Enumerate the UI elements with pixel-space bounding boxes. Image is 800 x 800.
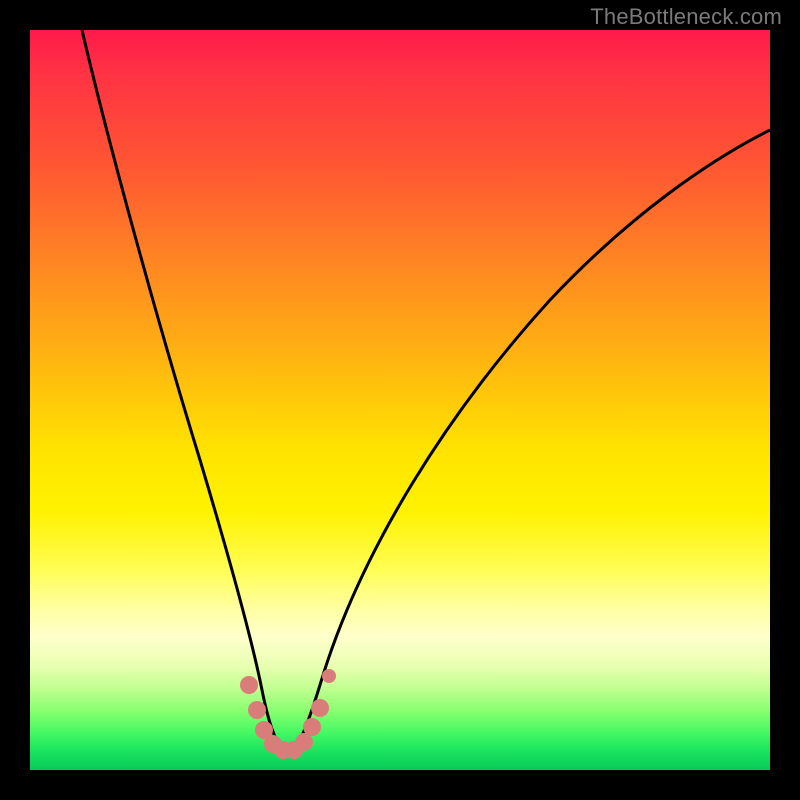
marker-dot [311,699,329,717]
chart-svg [30,30,770,770]
marker-dot [240,676,258,694]
marker-dot [303,718,321,736]
chart-frame: TheBottleneck.com [0,0,800,800]
bottleneck-curve [82,30,770,750]
marker-dot [322,669,336,683]
marker-dot [248,701,266,719]
watermark-text: TheBottleneck.com [590,4,782,30]
plot-area [30,30,770,770]
